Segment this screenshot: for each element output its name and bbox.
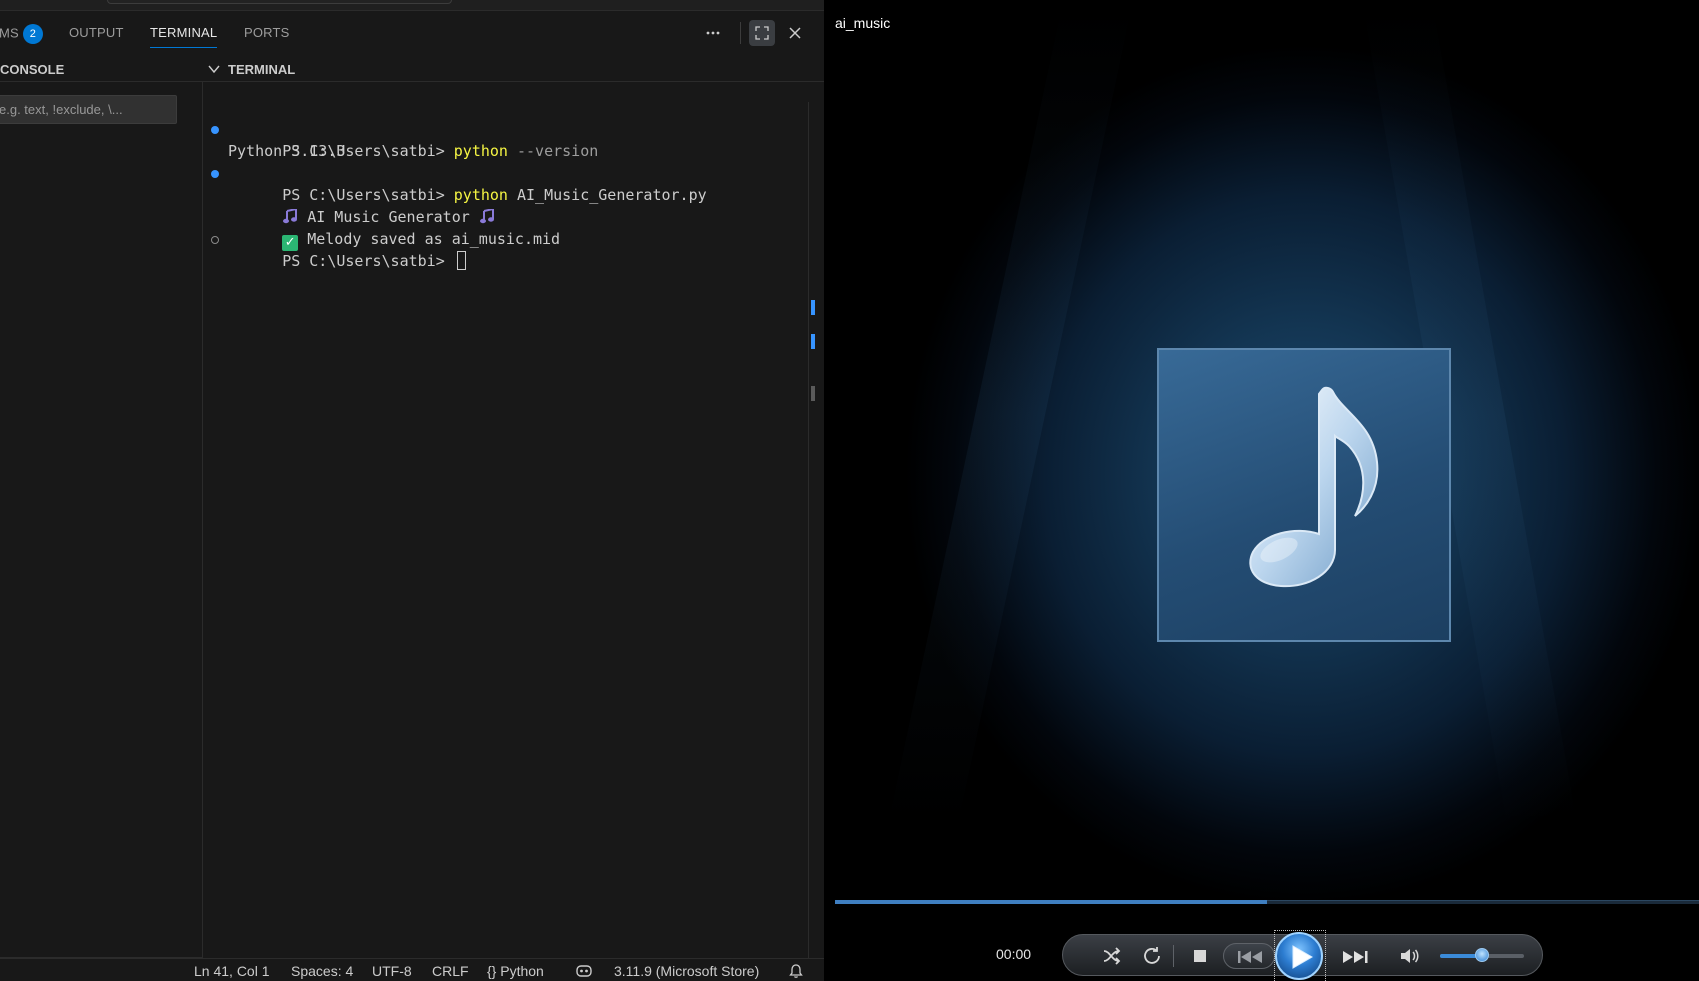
volume-slider-thumb[interactable] (1475, 948, 1489, 962)
stop-icon (1194, 950, 1206, 962)
playback-controls (1062, 930, 1543, 981)
seek-bar[interactable] (835, 900, 1699, 904)
maximize-panel-icon (755, 26, 769, 40)
background-light-beam (887, 5, 1133, 825)
more-actions-button[interactable] (700, 20, 726, 46)
shuffle-icon (1103, 947, 1121, 965)
active-tab-indicator (150, 47, 218, 48)
console-filter-input[interactable]: e.g. text, !exclude, \... (0, 95, 177, 124)
volume-icon (1401, 949, 1419, 963)
command-status-dot[interactable] (211, 126, 219, 134)
volume-slider[interactable] (1440, 948, 1524, 962)
status-eol[interactable]: CRLF (432, 963, 469, 979)
status-bar: Ln 41, Col 1 Spaces: 4 UTF-8 CRLF {} Pyt… (0, 958, 824, 981)
copilot-icon[interactable] (575, 964, 593, 978)
tab-terminal-label: TERMINAL (150, 25, 218, 40)
title-strip (0, 0, 824, 11)
section-headers: CONSOLE TERMINAL (0, 56, 824, 82)
terminal-line: PS C:\Users\satbi> (208, 228, 804, 270)
shuffle-button[interactable] (1098, 943, 1126, 969)
console-section-title[interactable]: CONSOLE (0, 62, 64, 77)
mute-button[interactable] (1395, 943, 1423, 969)
terminal-scrollbar[interactable] (808, 102, 822, 958)
terminal-line: PS C:\Users\satbi> python --version (208, 118, 804, 160)
status-cursor-position[interactable]: Ln 41, Col 1 (194, 963, 270, 979)
next-icon (1343, 951, 1368, 963)
terminal-line: Python 3.13.3 (208, 140, 804, 162)
output-text: Python 3.13.3 (228, 142, 346, 160)
scroll-marker (811, 300, 815, 315)
terminal-line: PS C:\Users\satbi> python AI_Music_Gener… (208, 162, 804, 204)
tab-problems[interactable]: MS 2 (0, 24, 43, 44)
next-button[interactable] (1328, 943, 1380, 969)
elapsed-time: 00:00 (996, 946, 1032, 962)
scroll-marker (811, 334, 815, 349)
terminal-section-title[interactable]: TERMINAL (228, 62, 295, 77)
command-status-dot[interactable] (211, 170, 219, 178)
tab-output[interactable]: OUTPUT (69, 25, 124, 40)
terminal-line: ✓ Melody saved as ai_music.mid (208, 206, 804, 251)
problems-count-badge: 2 (22, 24, 43, 44)
status-indentation[interactable]: Spaces: 4 (291, 963, 353, 979)
previous-icon (1238, 951, 1262, 963)
maximize-panel-button[interactable] (749, 20, 775, 46)
command-status-dot[interactable] (211, 236, 219, 244)
vscode-panel: MS 2 OUTPUT TERMINAL PORTS CONSOLE TERMIN… (0, 0, 824, 981)
close-panel-button[interactable] (782, 20, 808, 46)
terminal-cursor (456, 251, 466, 270)
repeat-button[interactable] (1138, 943, 1166, 969)
ellipsis-icon (706, 31, 720, 35)
controls-divider (1173, 945, 1174, 967)
terminal-line: AI Music Generator (208, 184, 804, 226)
command-center[interactable] (107, 0, 452, 4)
play-button[interactable] (1275, 932, 1323, 980)
repeat-icon (1144, 947, 1160, 964)
chevron-down-icon[interactable] (208, 64, 220, 74)
prompt: PS C:\Users\satbi> (282, 252, 454, 270)
tab-terminal[interactable]: TERMINAL (150, 25, 218, 48)
media-player: ai_music 00:00 (825, 5, 1699, 981)
tab-problems-label: MS (0, 25, 19, 41)
console-pane: e.g. text, !exclude, \... (0, 82, 203, 958)
album-art (1157, 348, 1451, 642)
status-language[interactable]: {} Python (487, 963, 544, 979)
terminal-output[interactable]: PS C:\Users\satbi> python --version Pyth… (208, 118, 804, 270)
status-encoding[interactable]: UTF-8 (372, 963, 412, 979)
close-icon (789, 27, 801, 39)
previous-button[interactable] (1223, 943, 1275, 969)
music-note-icon (1249, 386, 1379, 588)
status-python-interpreter[interactable]: 3.11.9 (Microsoft Store) (614, 963, 759, 979)
media-title: ai_music (835, 15, 891, 31)
scroll-marker (811, 386, 815, 401)
bell-icon[interactable] (789, 963, 803, 979)
tab-ports[interactable]: PORTS (244, 25, 290, 40)
stop-button[interactable] (1186, 943, 1214, 969)
play-icon (1292, 945, 1313, 969)
actions-divider (740, 22, 741, 44)
seek-bar-progress (835, 900, 1267, 904)
